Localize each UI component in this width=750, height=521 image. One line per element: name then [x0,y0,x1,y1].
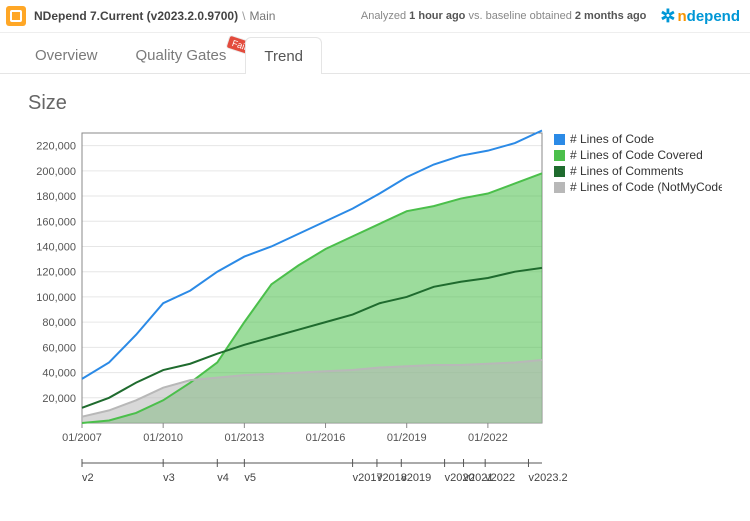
app-subtitle: Main [249,9,275,23]
title-separator: \ [238,9,249,23]
svg-text:140,000: 140,000 [36,241,76,253]
svg-text:100,000: 100,000 [36,292,76,304]
tab-bar: Overview Quality Gates Fail Trend [0,33,750,74]
svg-text:v5: v5 [244,472,256,484]
svg-text:v3: v3 [163,472,175,484]
svg-text:180,000: 180,000 [36,191,76,203]
svg-text:v2019: v2019 [401,472,431,484]
tab-overview[interactable]: Overview [16,36,117,73]
ndepend-logo: ✲ ndepend [660,7,740,25]
trend-chart: 20,000 40,000 60,000 80,000 100,000 120,000 14… [22,123,722,521]
svg-text:v2: v2 [82,472,94,484]
svg-text:01/2022: 01/2022 [468,432,508,444]
svg-text:# Lines of Comments: # Lines of Comments [570,164,683,178]
svg-text:v2023.2: v2023.2 [528,472,567,484]
topbar: NDepend 7.Current (v2023.2.0.9700) \ Mai… [0,0,750,33]
svg-text:v2022: v2022 [485,472,515,484]
svg-text:01/2019: 01/2019 [387,432,427,444]
tab-trend[interactable]: Trend [245,37,322,74]
gear-icon: ✲ [660,7,675,25]
svg-text:01/2007: 01/2007 [62,432,102,444]
svg-text:# Lines of Code Covered: # Lines of Code Covered [570,148,703,162]
trend-panel: Size 20,000 40,000 60,000 80,000 100,000 120,… [0,74,750,521]
svg-text:220,000: 220,000 [36,141,76,153]
app-icon [6,6,26,26]
tab-quality-gates[interactable]: Quality Gates Fail [117,36,246,73]
analysis-status: Analyzed 1 hour ago vs. baseline obtaine… [361,10,647,22]
svg-text:200,000: 200,000 [36,166,76,178]
svg-text:20,000: 20,000 [42,393,76,405]
app-title: NDepend 7.Current (v2023.2.0.9700) [34,9,238,23]
svg-text:01/2016: 01/2016 [306,432,346,444]
svg-text:40,000: 40,000 [42,368,76,380]
svg-text:120,000: 120,000 [36,267,76,279]
svg-text:60,000: 60,000 [42,342,76,354]
panel-title: Size [28,92,722,115]
svg-text:# Lines of Code: # Lines of Code [570,132,654,146]
svg-text:v4: v4 [217,472,229,484]
svg-text:01/2013: 01/2013 [224,432,264,444]
svg-text:160,000: 160,000 [36,216,76,228]
svg-text:# Lines of Code (NotMyCode): # Lines of Code (NotMyCode) [570,180,722,194]
svg-text:01/2010: 01/2010 [143,432,183,444]
svg-text:80,000: 80,000 [42,317,76,329]
